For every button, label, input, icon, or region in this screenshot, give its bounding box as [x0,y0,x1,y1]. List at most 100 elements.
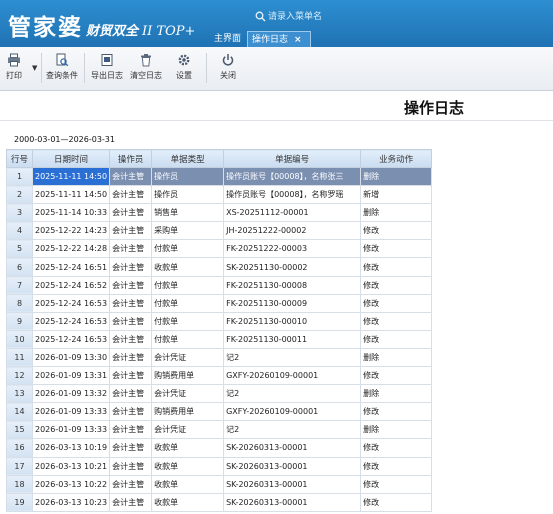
doc-number-cell[interactable]: SK-20251130-00002 [223,257,362,277]
datetime-cell[interactable]: 2025-11-14 10:33 [31,203,111,223]
column-header-row-number[interactable]: 行号 [6,149,33,168]
action-cell[interactable]: 修改 [360,293,433,313]
row-number[interactable]: 11 [6,347,33,368]
row-number[interactable]: 6 [6,257,33,277]
action-cell[interactable]: 删除 [360,420,433,440]
operator-cell[interactable]: 会计主管 [109,492,153,512]
table-row[interactable]: 2 2025-11-11 14:50 会计主管 操作员 操作员账号【00008】，名称罗… [6,185,433,205]
doc-number-cell[interactable]: FK-20251130-00010 [223,311,362,331]
datetime-cell[interactable]: 2025-12-22 14:28 [31,239,111,259]
doc-type-cell[interactable]: 销售单 [151,203,225,223]
doc-number-cell[interactable]: SK-20260313-00001 [223,492,362,512]
doc-type-cell[interactable]: 付款单 [151,329,225,349]
doc-number-cell[interactable]: GXFY-20260109-00001 [223,402,362,422]
print-button[interactable]: 打印 [6,53,22,81]
action-cell[interactable]: 修改 [360,402,433,422]
menu-search[interactable]: 请录入菜单名 [255,9,322,22]
table-row[interactable]: 17 2026-03-13 10:21 会计主管 收款单 SK-20260313-000… [6,456,433,476]
tab-close-icon[interactable]: × [294,35,302,45]
row-number[interactable]: 1▶ [6,166,33,187]
doc-number-cell[interactable]: JH-20251222-00002 [223,221,362,241]
doc-number-cell[interactable]: FK-20251130-00008 [223,275,362,295]
operator-cell[interactable]: 会计主管 [109,329,153,349]
action-cell[interactable]: 修改 [360,329,433,349]
datetime-cell[interactable]: 2026-03-13 10:19 [31,438,111,458]
operator-cell[interactable]: 会计主管 [109,185,153,205]
table-row[interactable]: 10 2025-12-24 16:53 会计主管 付款单 FK-20251130-000… [6,329,433,349]
table-row[interactable]: 11 2026-01-09 13:30 会计主管 会计凭证 记2 删除 [6,347,433,368]
doc-type-cell[interactable]: 收款单 [151,474,225,494]
operator-cell[interactable]: 会计主管 [109,221,153,241]
doc-type-cell[interactable]: 付款单 [151,293,225,313]
operator-cell[interactable]: 会计主管 [109,257,153,277]
datetime-cell[interactable]: 2026-01-09 13:33 [31,420,111,440]
operator-cell[interactable]: 会计主管 [109,366,153,386]
table-row[interactable]: 14 2026-01-09 13:33 会计主管 购销费用单 GXFY-20260109… [6,402,433,422]
table-row[interactable]: 8 2025-12-24 16:53 会计主管 付款单 FK-20251130-0000… [6,293,433,313]
row-number[interactable]: 9 [6,311,33,331]
print-dropdown-icon[interactable]: ▼ [32,64,37,72]
doc-type-cell[interactable]: 付款单 [151,275,225,295]
doc-number-cell[interactable]: GXFY-20260109-00001 [223,366,362,386]
datetime-cell[interactable]: 2025-12-24 16:53 [31,293,111,313]
datetime-cell[interactable]: 2025-12-24 16:52 [31,275,111,295]
action-cell[interactable]: 修改 [360,221,433,241]
datetime-cell[interactable]: 2026-03-13 10:22 [31,474,111,494]
export-log-button[interactable]: 导出日志 [91,53,123,81]
table-row[interactable]: 3 2025-11-14 10:33 会计主管 销售单 XS-20251112-0000… [6,203,433,223]
column-header-datetime[interactable]: 日期时间 [31,149,111,168]
action-cell[interactable]: 修改 [360,456,433,476]
action-cell[interactable]: 修改 [360,239,433,259]
datetime-cell[interactable]: 2025-12-22 14:23 [31,221,111,241]
datetime-cell[interactable]: 2026-01-09 13:30 [31,347,111,368]
doc-number-cell[interactable]: FK-20251130-00011 [223,329,362,349]
row-number[interactable]: 5 [6,239,33,259]
doc-number-cell[interactable]: SK-20260313-00001 [223,438,362,458]
doc-type-cell[interactable]: 收款单 [151,492,225,512]
table-row[interactable]: 6 2025-12-24 16:51 会计主管 收款单 SK-20251130-0000… [6,257,433,277]
datetime-cell[interactable]: 2025-12-24 16:51 [31,257,111,277]
datetime-cell[interactable]: 2026-01-09 13:32 [31,384,111,404]
row-number[interactable]: 7 [6,275,33,295]
action-cell[interactable]: 修改 [360,474,433,494]
operator-cell[interactable]: 会计主管 [109,275,153,295]
operator-cell[interactable]: 会计主管 [109,311,153,331]
action-cell[interactable]: 删除 [360,384,433,404]
row-number[interactable]: 16 [6,438,33,458]
tab-operation-log[interactable]: 操作日志 × [247,31,311,47]
row-number[interactable]: 4 [6,221,33,241]
operator-cell[interactable]: 会计主管 [109,203,153,223]
table-row[interactable]: 1▶2025-11-11 14:50会计主管操作员操作员账号【00008】，名称… [6,166,433,187]
column-header-doc-type[interactable]: 单据类型 [151,149,225,168]
row-number[interactable]: 3 [6,203,33,223]
datetime-cell[interactable]: 2026-03-13 10:21 [31,456,111,476]
column-header-action[interactable]: 业务动作 [360,149,433,168]
operator-cell[interactable]: 会计主管 [109,456,153,476]
operator-cell[interactable]: 会计主管 [109,474,153,494]
tab-home[interactable]: 主界面 [210,31,246,47]
table-row[interactable]: 13 2026-01-09 13:32 会计主管 会计凭证 记2 删除 [6,384,433,404]
datetime-cell[interactable]: 2025-12-24 16:53 [31,329,111,349]
doc-type-cell[interactable]: 操作员 [151,166,225,187]
doc-type-cell[interactable]: 购销费用单 [151,402,225,422]
operator-cell[interactable]: 会计主管 [109,347,153,368]
table-row[interactable]: 4 2025-12-22 14:23 会计主管 采购单 JH-20251222-0000… [6,221,433,241]
datetime-cell[interactable]: 2025-11-11 14:50 [31,185,111,205]
doc-number-cell[interactable]: 记2 [223,420,362,440]
row-number[interactable]: 13 [6,384,33,404]
doc-type-cell[interactable]: 操作员 [151,185,225,205]
column-header-doc-number[interactable]: 单据编号 [223,149,362,168]
datetime-cell[interactable]: 2025-12-24 16:53 [31,311,111,331]
doc-type-cell[interactable]: 采购单 [151,221,225,241]
doc-number-cell[interactable]: SK-20260313-00001 [223,474,362,494]
doc-type-cell[interactable]: 会计凭证 [151,384,225,404]
doc-type-cell[interactable]: 购销费用单 [151,366,225,386]
operator-cell[interactable]: 会计主管 [109,402,153,422]
table-row[interactable]: 16 2026-03-13 10:19 会计主管 收款单 SK-20260313-000… [6,438,433,458]
operator-cell[interactable]: 会计主管 [109,166,153,187]
action-cell[interactable]: 修改 [360,311,433,331]
doc-number-cell[interactable]: 记2 [223,347,362,368]
row-number[interactable]: 19 [6,492,33,512]
doc-type-cell[interactable]: 付款单 [151,239,225,259]
action-cell[interactable]: 删除 [360,203,433,223]
